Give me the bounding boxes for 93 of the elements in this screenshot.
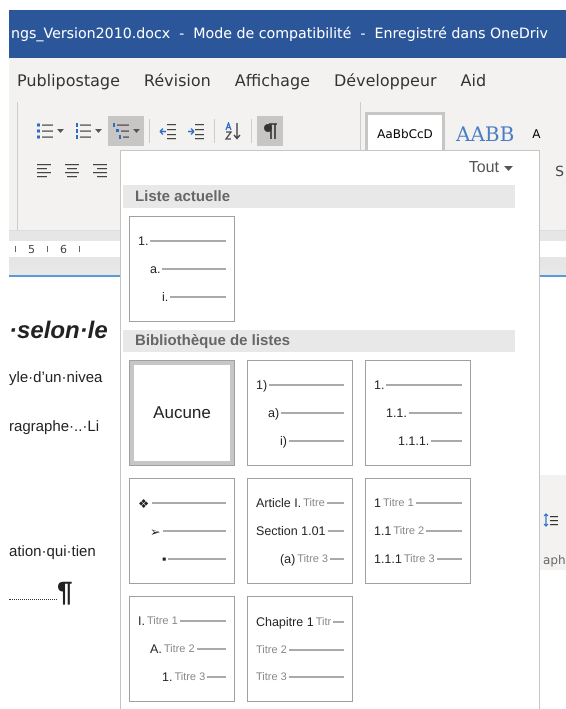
paragraph-mark: ¶ (57, 578, 73, 606)
style-sample[interactable]: A (525, 112, 548, 156)
list-option[interactable]: I. Titre 1 A. Titre 2 1. Titre 3 (129, 596, 235, 702)
sort-icon (224, 122, 242, 140)
list-number: 1.1.1 (374, 552, 402, 566)
list-option[interactable]: Aucune (129, 360, 235, 466)
level-line (288, 440, 344, 442)
level-caption: Titre 3 (297, 553, 328, 565)
level-caption: Titre 3 (256, 671, 287, 684)
section-header: Bibliothèque de listes (123, 330, 515, 352)
list-number: 1.1 (374, 524, 392, 538)
level-caption: Titre 1 (146, 615, 178, 627)
ribbon-tab[interactable]: Développeur (334, 70, 437, 90)
list-option[interactable]: 1) a) i) (247, 360, 353, 466)
level-line (288, 676, 344, 678)
level-caption: Titre 3 (404, 553, 435, 565)
level-line (326, 502, 344, 504)
heading-text: ·selon·le (9, 317, 109, 345)
list-number: ❖ (138, 496, 150, 511)
list-number: 1.1.1. (398, 434, 430, 448)
level-line (170, 296, 226, 298)
multilevel-button[interactable] (108, 116, 144, 146)
section-header: Liste actuelle (123, 185, 515, 208)
level-line (163, 530, 226, 532)
level-line (416, 502, 462, 504)
level-caption: Titre 1 (382, 497, 414, 509)
group-label: aph (543, 553, 566, 567)
level-line (281, 412, 344, 414)
list-number: 1.1. (386, 406, 407, 420)
list-number: A. (150, 642, 162, 656)
list-number: 1) (256, 378, 268, 392)
style-label: S (555, 164, 564, 180)
level-caption: Titr (316, 616, 332, 628)
list-option[interactable]: 1 Titre 1 1.1 Titre 2 1.1.1 Titre 3 (365, 478, 471, 584)
level-line (328, 530, 344, 532)
filter-dropdown[interactable]: Tout (466, 159, 515, 177)
ruler-number: 6 (60, 242, 67, 256)
list-number: ▪ (162, 552, 166, 566)
body-text: ation·qui·tien (9, 543, 97, 560)
ribbon-tab[interactable]: Révision (144, 70, 211, 90)
level-line (330, 558, 344, 560)
line-spacing-icon (543, 512, 559, 528)
list-number: i) (280, 434, 287, 448)
list-number: i. (162, 290, 168, 304)
list-number: Chapitre 1 (256, 614, 314, 629)
level-line (431, 440, 462, 442)
level-caption: Titre 3 (174, 671, 206, 683)
indent-icon (187, 122, 205, 140)
list-number: a. (150, 262, 160, 276)
level-caption: Titre 2 (256, 644, 287, 656)
level-line (288, 648, 344, 651)
list-option[interactable]: 1. 1.1. 1.1.1. (365, 360, 471, 466)
list-number: Section 1.01 (256, 524, 326, 538)
caret-icon (504, 166, 513, 170)
level-caption: Titre (303, 497, 325, 509)
list-number: I. (138, 614, 145, 628)
pilcrow-icon (261, 122, 279, 140)
body-text: yle·d’un·nivea (9, 369, 104, 386)
outdent-icon (159, 122, 177, 140)
list-option[interactable]: ❖ ➢ ▪ (129, 478, 235, 584)
list-number: 1. (138, 234, 148, 248)
tab-leader (9, 599, 57, 600)
level-line (207, 676, 226, 678)
ribbon-tab[interactable]: Aid (460, 70, 486, 90)
list-number: 1. (374, 378, 384, 392)
level-line (436, 558, 462, 560)
level-caption: Titre 2 (393, 525, 424, 537)
ruler-number: 5 (28, 242, 35, 256)
list-number: ➢ (150, 524, 161, 539)
numbering-icon (74, 122, 92, 140)
ribbon-tab[interactable]: Publipostage (17, 70, 120, 90)
level-line (168, 558, 226, 560)
level-line (162, 268, 226, 270)
pilcrow-button[interactable] (257, 116, 283, 146)
list-option[interactable]: Article I. Titre Section 1.01 (a) Titre 3 (247, 478, 353, 584)
list-option[interactable]: Chapitre 1 Titr Titre 2 Titre 3 (247, 596, 353, 702)
level-line (180, 620, 226, 622)
list-number: Article I. (256, 496, 302, 510)
ribbon-tab[interactable]: Affichage (234, 70, 310, 90)
multilevel-icon (112, 122, 130, 140)
level-line (426, 530, 462, 532)
level-line (196, 648, 226, 650)
style-sample[interactable]: AABB (449, 112, 522, 156)
list-number: a) (268, 406, 280, 420)
body-text: ragraphe·..·Li (9, 418, 100, 435)
list-number: (a) (280, 552, 296, 566)
list-option[interactable]: 1. a. i. (129, 216, 235, 322)
bullets-icon (36, 122, 54, 140)
window-title: ngs_Version2010.docx - Mode de compatibilité - Enregistré dans OneDriv (11, 26, 548, 42)
list-number: 1. (162, 670, 172, 684)
list-number: 1 (374, 496, 381, 510)
level-caption: Titre 2 (164, 643, 195, 655)
level-line (408, 412, 462, 414)
